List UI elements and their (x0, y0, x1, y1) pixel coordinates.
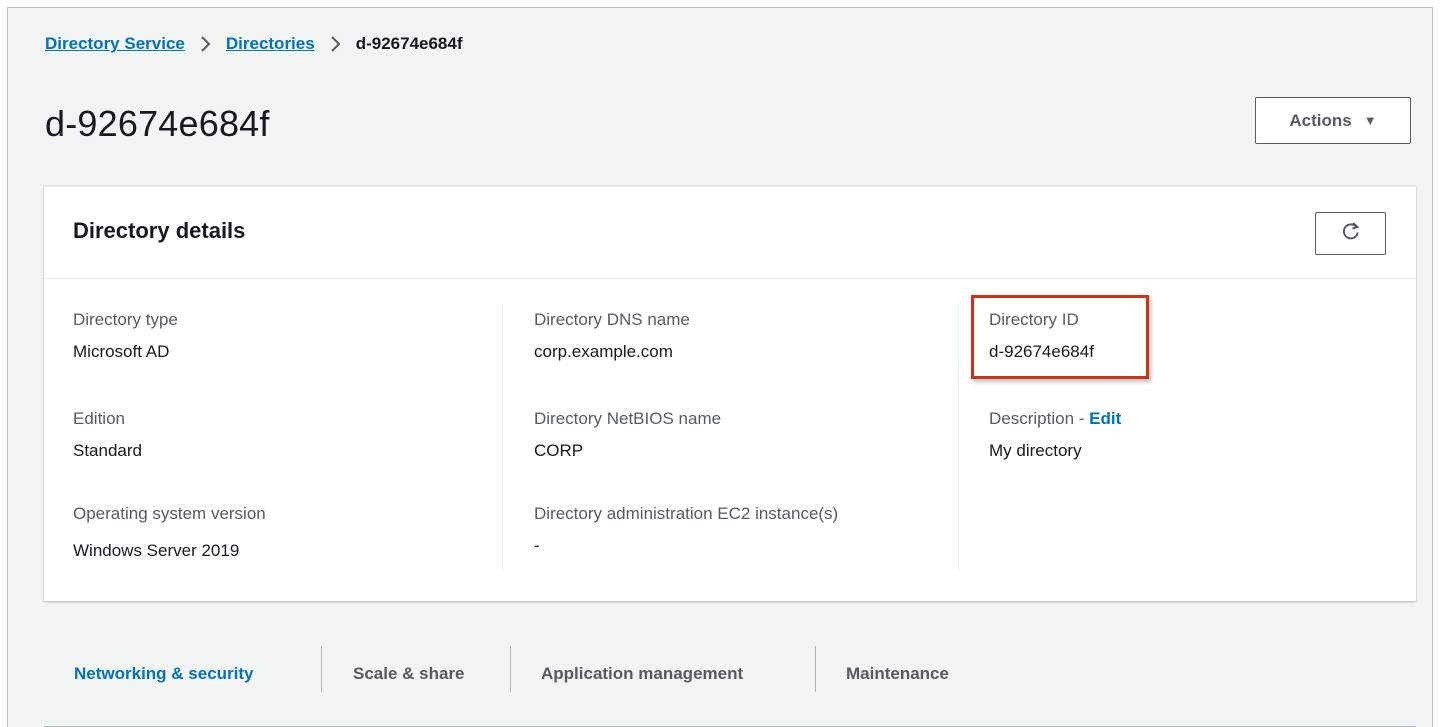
description-label-row: Description - Edit (989, 409, 1121, 429)
panel-header: Directory details (44, 187, 1416, 279)
breadcrumb-directories[interactable]: Directories (226, 34, 315, 54)
page-title: d-92674e684f (45, 103, 270, 144)
dns-name-value: corp.example.com (534, 342, 673, 361)
field-description: Description - Edit My directory (989, 409, 1121, 461)
field-directory-id: Directory ID d-92674e684f (989, 310, 1094, 362)
refresh-button[interactable] (1315, 212, 1386, 255)
edition-value: Standard (73, 441, 142, 460)
field-dns-name: Directory DNS name corp.example.com (534, 310, 690, 362)
directory-type-value: Microsoft AD (73, 342, 170, 361)
directory-id-value: d-92674e684f (989, 342, 1094, 361)
netbios-name-label: Directory NetBIOS name (534, 409, 722, 428)
chevron-right-icon (200, 36, 211, 52)
tab-networking-security[interactable]: Networking & security (74, 664, 254, 684)
field-netbios-name: Directory NetBIOS name CORP (534, 409, 721, 461)
panel-title: Directory details (73, 218, 246, 243)
field-edition: Edition Standard (73, 409, 142, 461)
os-version-value: Windows Server 2019 (73, 541, 240, 560)
ec2-instances-label: Directory administration EC2 instance(s) (534, 504, 839, 523)
column-divider (502, 303, 503, 571)
directory-id-label: Directory ID (989, 310, 1079, 329)
actions-button[interactable]: Actions ▼ (1255, 97, 1411, 144)
field-os-version: Operating system version Windows Server … (73, 504, 266, 561)
breadcrumb: Directory Service Directories d-92674e68… (45, 34, 463, 54)
tab-application-management[interactable]: Application management (541, 664, 743, 684)
chevron-right-icon (330, 36, 341, 52)
edition-label: Edition (73, 409, 125, 428)
refresh-icon (1341, 221, 1361, 246)
detail-tabs: Networking & security Scale & share Appl… (44, 646, 1416, 727)
tab-scale-share[interactable]: Scale & share (353, 664, 465, 684)
field-ec2-instances: Directory administration EC2 instance(s)… (534, 504, 838, 556)
description-label: Description - (989, 409, 1090, 428)
netbios-name-value: CORP (534, 441, 584, 460)
tab-separator (321, 646, 322, 692)
breadcrumb-current: d-92674e684f (355, 34, 463, 53)
caret-down-icon: ▼ (1363, 113, 1377, 128)
tab-maintenance[interactable]: Maintenance (846, 664, 949, 684)
field-directory-type: Directory type Microsoft AD (73, 310, 178, 362)
description-edit-link[interactable]: Edit (1089, 409, 1121, 428)
tab-separator (815, 646, 816, 692)
dns-name-label: Directory DNS name (534, 310, 690, 329)
description-value: My directory (989, 441, 1082, 460)
actions-label: Actions (1289, 110, 1352, 130)
console-frame: Directory Service Directories d-92674e68… (7, 7, 1433, 727)
directory-type-label: Directory type (73, 310, 178, 329)
tab-separator (510, 646, 511, 692)
directory-details-panel: Directory details Directory type Microso… (44, 186, 1416, 601)
breadcrumb-directory-service[interactable]: Directory Service (45, 34, 185, 54)
os-version-label: Operating system version (73, 504, 266, 523)
column-divider (958, 303, 959, 571)
ec2-instances-value: - (534, 536, 540, 555)
